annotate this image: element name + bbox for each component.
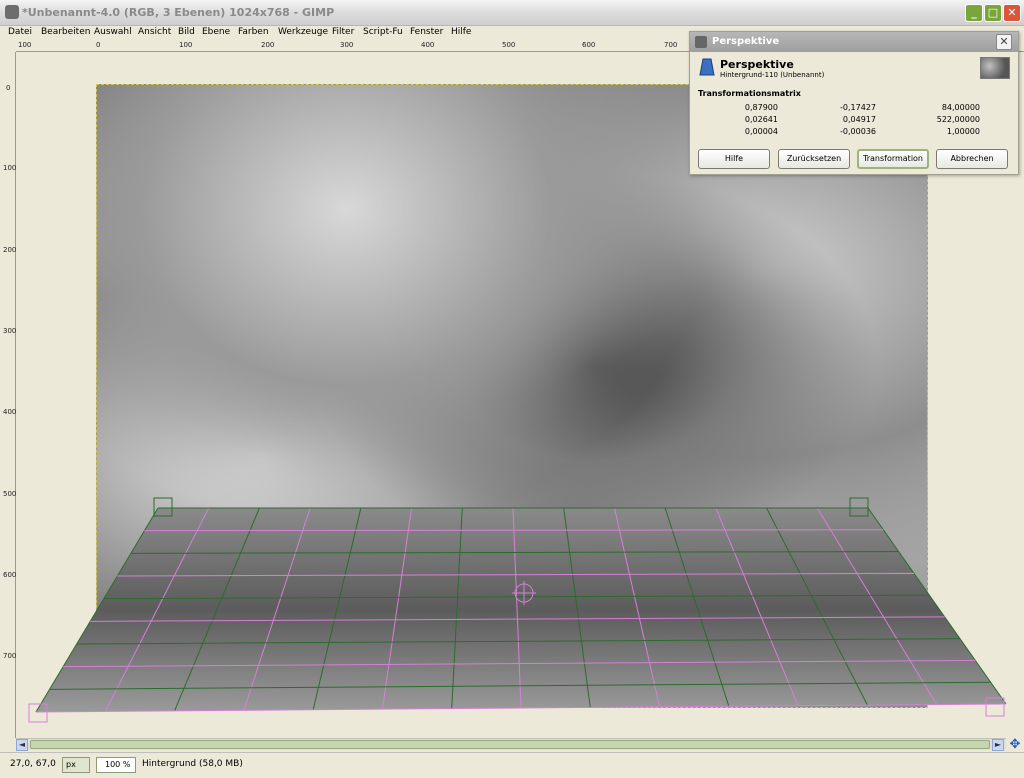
title-bar: *Unbenannt-4.0 (RGB, 3 Ebenen) 1024x768 … [0,0,1024,26]
scroll-right-button[interactable]: ► [992,739,1004,751]
hruler-label: 500 [502,41,516,49]
vertical-ruler[interactable]: 0 100 200 300 400 500 600 700 [0,52,16,738]
menu-bearbeiten[interactable]: Bearbeiten [41,27,90,37]
reset-button[interactable]: Zurücksetzen [778,149,850,169]
menu-fenster[interactable]: Fenster [410,27,443,37]
navigate-icon[interactable]: ✥ [1007,738,1023,752]
vruler-label: 400 [3,408,17,416]
layer-info: Hintergrund (58,0 MB) [142,759,243,769]
hruler-label: 100 [18,41,32,49]
menu-bild[interactable]: Bild [178,27,195,37]
matrix-cell: -0,17427 [840,103,876,112]
transform-button[interactable]: Transformation [857,149,929,169]
gimp-app-icon [5,5,19,19]
menu-hilfe[interactable]: Hilfe [451,27,471,37]
hruler-label: 300 [340,41,354,49]
matrix-cell: 522,00000 [936,115,980,124]
hruler-label: 600 [582,41,596,49]
menu-datei[interactable]: Datei [8,27,32,37]
matrix-cell: 0,00004 [744,127,778,136]
transformed-floor-plane [36,508,1006,712]
dialog-subheading: Hintergrund-110 (Unbenannt) [720,71,825,79]
menu-farben[interactable]: Farben [238,27,269,37]
menu-filter[interactable]: Filter [332,27,354,37]
zoom-field[interactable]: 100 % [96,757,136,773]
scroll-left-button[interactable]: ◄ [16,739,28,751]
matrix-cell: 1,00000 [946,127,980,136]
menu-ebene[interactable]: Ebene [202,27,230,37]
perspective-tool-icon [699,58,715,76]
matrix-label: Transformationsmatrix [698,89,801,98]
matrix-cell: 84,00000 [941,103,980,112]
matrix-cell: 0,02641 [744,115,778,124]
hruler-label: 400 [421,41,435,49]
vruler-label: 700 [3,652,17,660]
menu-ansicht[interactable]: Ansicht [138,27,171,37]
vruler-label: 100 [3,164,17,172]
menu-werkzeuge[interactable]: Werkzeuge [278,27,328,37]
matrix-cell: 0,04917 [842,115,876,124]
layer-thumbnail [980,57,1010,79]
matrix-cell: 0,87900 [744,103,778,112]
window-title: *Unbenannt-4.0 (RGB, 3 Ebenen) 1024x768 … [22,6,335,19]
vruler-label: 600 [3,571,17,579]
minimize-button[interactable]: _ [965,4,983,22]
unit-select[interactable]: px [62,757,90,773]
maximize-button[interactable]: □ [984,4,1002,22]
dialog-heading: Perspektive [720,58,794,71]
close-window-button[interactable]: ✕ [1003,4,1021,22]
dialog-title: Perspektive [712,36,780,47]
vruler-label: 300 [3,327,17,335]
help-button[interactable]: Hilfe [698,149,770,169]
dialog-title-bar[interactable]: Perspektive ✕ [690,32,1018,52]
gimp-dialog-icon [695,36,707,48]
cancel-button[interactable]: Abbrechen [936,149,1008,169]
vruler-label: 500 [3,490,17,498]
dialog-close-button[interactable]: ✕ [996,34,1012,50]
vruler-label: 0 [6,84,11,92]
hruler-label: 700 [664,41,678,49]
vruler-label: 200 [3,246,17,254]
hruler-label: 100 [179,41,193,49]
hruler-label: 200 [261,41,275,49]
matrix-cell: -0,00036 [840,127,876,136]
hruler-label: 0 [96,41,101,49]
status-bar: 27,0, 67,0 px 100 % Hintergrund (58,0 MB… [0,752,1024,778]
gimp-main-window: *Unbenannt-4.0 (RGB, 3 Ebenen) 1024x768 … [0,0,1024,778]
scroll-thumb[interactable] [30,740,990,749]
pointer-coordinates: 27,0, 67,0 [10,759,56,769]
horizontal-scrollbar[interactable]: ◄ ► [16,738,1006,751]
menu-auswahl[interactable]: Auswahl [94,27,132,37]
perspective-dialog: Perspektive ✕ Perspektive Hintergrund-11… [689,31,1019,175]
menu-script-fu[interactable]: Script-Fu [363,27,403,37]
